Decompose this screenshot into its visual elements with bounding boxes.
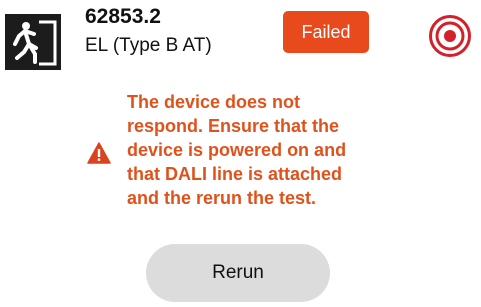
rerun-button[interactable]: Rerun <box>146 244 330 302</box>
warning-icon <box>87 142 111 164</box>
status-badge: Failed <box>283 11 369 53</box>
device-id: 62853.2 <box>85 5 161 28</box>
device-type: EL (Type B AT) <box>85 35 212 56</box>
emergency-exit-icon <box>5 14 61 70</box>
error-message: The device does not respond. Ensure that… <box>127 92 347 208</box>
target-icon[interactable] <box>428 14 472 58</box>
